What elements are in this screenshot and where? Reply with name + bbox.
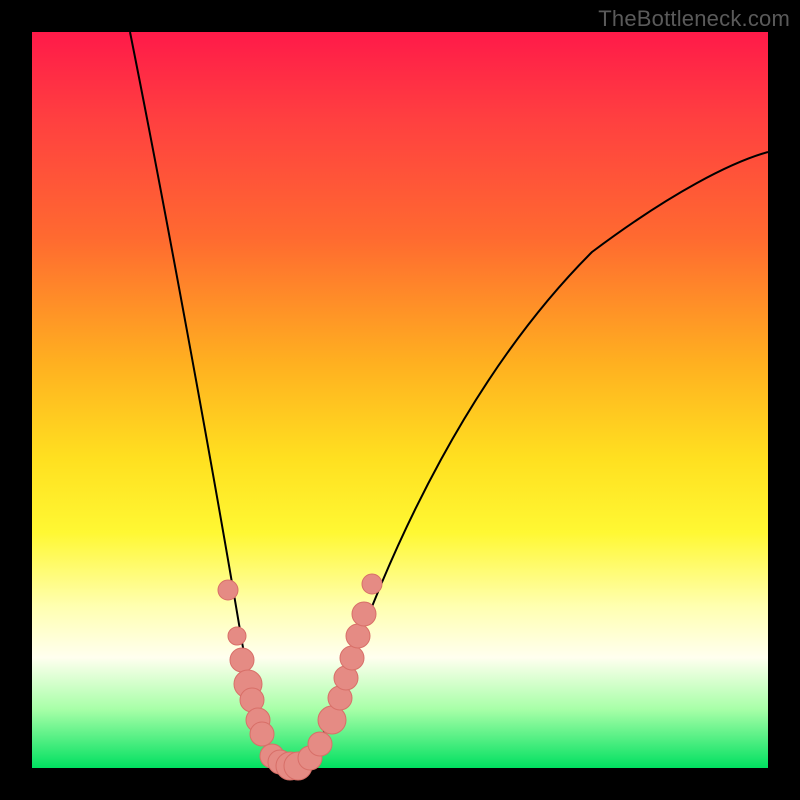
plot-area: [32, 32, 768, 768]
chart-frame: TheBottleneck.com: [0, 0, 800, 800]
marker-dot: [340, 646, 364, 670]
marker-dot: [250, 722, 274, 746]
marker-dot: [346, 624, 370, 648]
bottleneck-curve: [130, 32, 768, 765]
marker-dot: [308, 732, 332, 756]
marker-dot: [228, 627, 246, 645]
marker-dot: [218, 580, 238, 600]
marker-group: [218, 574, 382, 780]
marker-dot: [362, 574, 382, 594]
marker-dot: [230, 648, 254, 672]
watermark-text: TheBottleneck.com: [598, 6, 790, 32]
marker-dot: [352, 602, 376, 626]
curve-layer: [32, 32, 768, 768]
